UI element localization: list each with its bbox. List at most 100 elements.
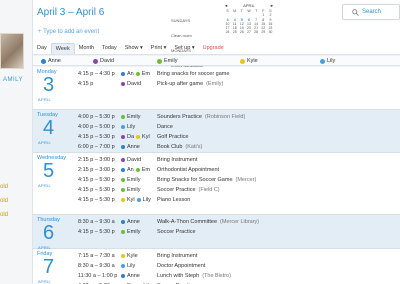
member-color-dot <box>121 198 125 202</box>
sidebar-fragment: old <box>0 184 9 190</box>
mini-calendar-grid: S M T W T F S 1 2 3 4 5 6 7 8 9 10 11 12 13 14 15 16 17 18 19 20 21… <box>224 9 274 35</box>
page-title: April 3 – April 6 <box>37 7 105 18</box>
event-members: An Em <box>121 71 157 77</box>
member-color-dot <box>121 125 125 129</box>
member-color-dot <box>136 135 141 139</box>
event-member-name: Kyle <box>127 253 138 259</box>
mini-calendar-day[interactable]: 24 <box>224 30 231 34</box>
event-title: Dance <box>157 124 173 130</box>
show-menu[interactable]: Show ▾ <box>121 43 147 54</box>
event-time: 4:00 p – 5:00 p <box>78 124 115 130</box>
event-title: Lunch with Steph <box>157 273 200 279</box>
member-filter[interactable]: Kyle <box>240 58 258 64</box>
mini-calendar-day[interactable]: 26 <box>238 30 245 34</box>
member-name: Anne <box>48 58 61 64</box>
event-members: Lily <box>121 124 157 130</box>
member-color-dot <box>240 58 245 64</box>
event-row[interactable]: 11:30 a – 1:00 p Anne Lunch with Steph (The… <box>78 272 396 280</box>
tab-week[interactable]: Week <box>50 43 75 54</box>
event-title: Soccer Practice <box>157 187 196 193</box>
mini-calendar-day[interactable]: 29 <box>260 30 267 34</box>
event-time: 4:15 p – 5:30 p <box>78 229 115 235</box>
mini-calendar-day[interactable]: 28 <box>253 30 260 34</box>
event-member-name: David <box>127 157 142 163</box>
event-row[interactable]: 4:15 p – 5:30 p Emily Soccer Practice <box>78 228 396 236</box>
event-location: (Robinson Field) <box>204 114 246 120</box>
member-filter[interactable]: Lily <box>320 58 335 64</box>
event-members: Emily <box>121 229 157 235</box>
event-member-name: Lily <box>142 197 151 203</box>
event-time: 8:30 a – 9:30 a <box>78 219 115 225</box>
upgrade-link[interactable]: Upgrade <box>199 43 228 54</box>
member-color-dot <box>320 58 325 64</box>
event-row[interactable]: 6:00 p – 7:00 p Anne Book Club (Kati's) <box>78 143 396 151</box>
setup-menu[interactable]: Set up ▾ <box>170 43 198 54</box>
note-line: Clean room <box>171 33 192 38</box>
calendar-header: April 3 – April 6 + Type to add an event… <box>33 0 400 83</box>
tab-month[interactable]: Month <box>75 43 98 54</box>
event-row[interactable]: 4:15 p – 5:30 p Emily Bring Snacks for Soc… <box>78 176 396 184</box>
event-title: Bring Snacks for Soccer Game <box>157 177 233 183</box>
event-members: David <box>121 81 157 87</box>
print-menu[interactable]: Print ▾ <box>147 43 171 54</box>
event-members: Anne <box>121 219 157 225</box>
day-section: Wednesday 5 APRIL 2:15 p – 3:00 p David Bring… <box>33 153 400 215</box>
member-color-dot <box>121 135 125 139</box>
event-row[interactable]: 4:15 p – 5:30 p Kyl Lily Piano Lesson <box>78 196 396 204</box>
event-title: Bring snacks for soccer game <box>157 71 230 77</box>
event-time: 4:15 p – 5:30 p <box>78 134 115 140</box>
member-color-dot <box>93 58 98 64</box>
event-row[interactable]: 8:30 a – 9:30 a Lily Doctor Appointment <box>78 262 396 270</box>
event-row[interactable]: 8:30 a – 9:30 a Anne Walk-A-Thon Committee… <box>78 218 396 226</box>
member-color-dot <box>121 115 125 119</box>
mini-calendar-day[interactable]: 25 <box>231 30 238 34</box>
event-title: Piano Lesson <box>157 197 191 203</box>
member-name: David <box>100 58 115 64</box>
member-color-dot <box>121 145 125 149</box>
event-time: 4:15 p <box>78 81 94 87</box>
tab-day[interactable]: Day <box>33 43 51 54</box>
event-row[interactable]: 2:15 p – 3:00 p David Bring Instrument <box>78 156 396 164</box>
mini-calendar-day[interactable]: 27 <box>245 30 252 34</box>
event-time: 11:30 a – 1:00 p <box>78 273 118 279</box>
note-line: SUNDAYS <box>171 18 191 23</box>
event-location: (The Bistro) <box>202 273 231 279</box>
search-input[interactable]: Search <box>342 4 400 20</box>
event-row[interactable]: 4:15 p – 5:30 p Da Kyl Golf Practice <box>78 133 396 141</box>
event-title: Golf Practice <box>157 134 189 140</box>
day-number: 4 <box>43 117 55 139</box>
event-row[interactable]: 4:00 p – 5:00 p Lily Dance <box>78 123 396 131</box>
event-title: Bring Instrument <box>157 157 198 163</box>
day-number: 3 <box>43 74 55 96</box>
event-members: Emily <box>121 177 157 183</box>
next-month-icon[interactable]: ► <box>270 3 274 8</box>
sidebar-fragment: old <box>0 198 9 204</box>
add-event-input[interactable]: + Type to add an event <box>38 29 99 35</box>
member-filter[interactable]: David <box>93 58 114 64</box>
calendar-main: April 3 – April 6 + Type to add an event… <box>33 0 400 284</box>
view-toolbar: Day Week Month Today Show ▾ Print ▾ Set … <box>33 43 228 54</box>
event-title: Orthodontist Appointment <box>157 167 220 173</box>
event-location: (Kati's) <box>185 144 203 150</box>
event-row[interactable]: 4:15 p – 5:30 p Emily Soccer Practice (Fiel… <box>78 186 396 194</box>
event-row[interactable]: 4:15 p – 4:30 p An Em Bring snacks for socc… <box>78 70 396 78</box>
member-filter[interactable]: Emily <box>157 58 177 64</box>
event-row[interactable]: 4:15 p David Pick-up after game (Emily) <box>78 80 396 88</box>
event-members: Kyl Lily <box>121 197 157 203</box>
family-photo <box>0 33 24 69</box>
event-row[interactable]: 4:00 p – 5:30 p Emily Sounders Practice (Ro… <box>78 113 396 121</box>
event-row[interactable]: 7:15 a – 7:30 a Kyle Bring Instrument <box>78 252 396 260</box>
mini-calendar-day[interactable]: 30 <box>267 30 274 34</box>
day-month: APRIL <box>38 183 52 188</box>
today-button[interactable]: Today <box>98 43 121 54</box>
event-member-name: David <box>127 81 142 87</box>
member-filter[interactable]: Anne <box>41 58 61 64</box>
event-title: Doctor Appointment <box>157 263 206 269</box>
family-label: AMILY <box>3 77 24 83</box>
member-name: Lily <box>327 58 336 64</box>
event-time: 4:15 p – 5:30 p <box>78 187 115 193</box>
day-month: APRIL <box>38 279 52 284</box>
prev-month-icon[interactable]: ◄ <box>224 3 228 8</box>
event-row[interactable]: 2:15 p – 3:00 p An Em Orthodontist Appointm… <box>78 166 396 174</box>
event-member-name: Em <box>141 167 150 173</box>
